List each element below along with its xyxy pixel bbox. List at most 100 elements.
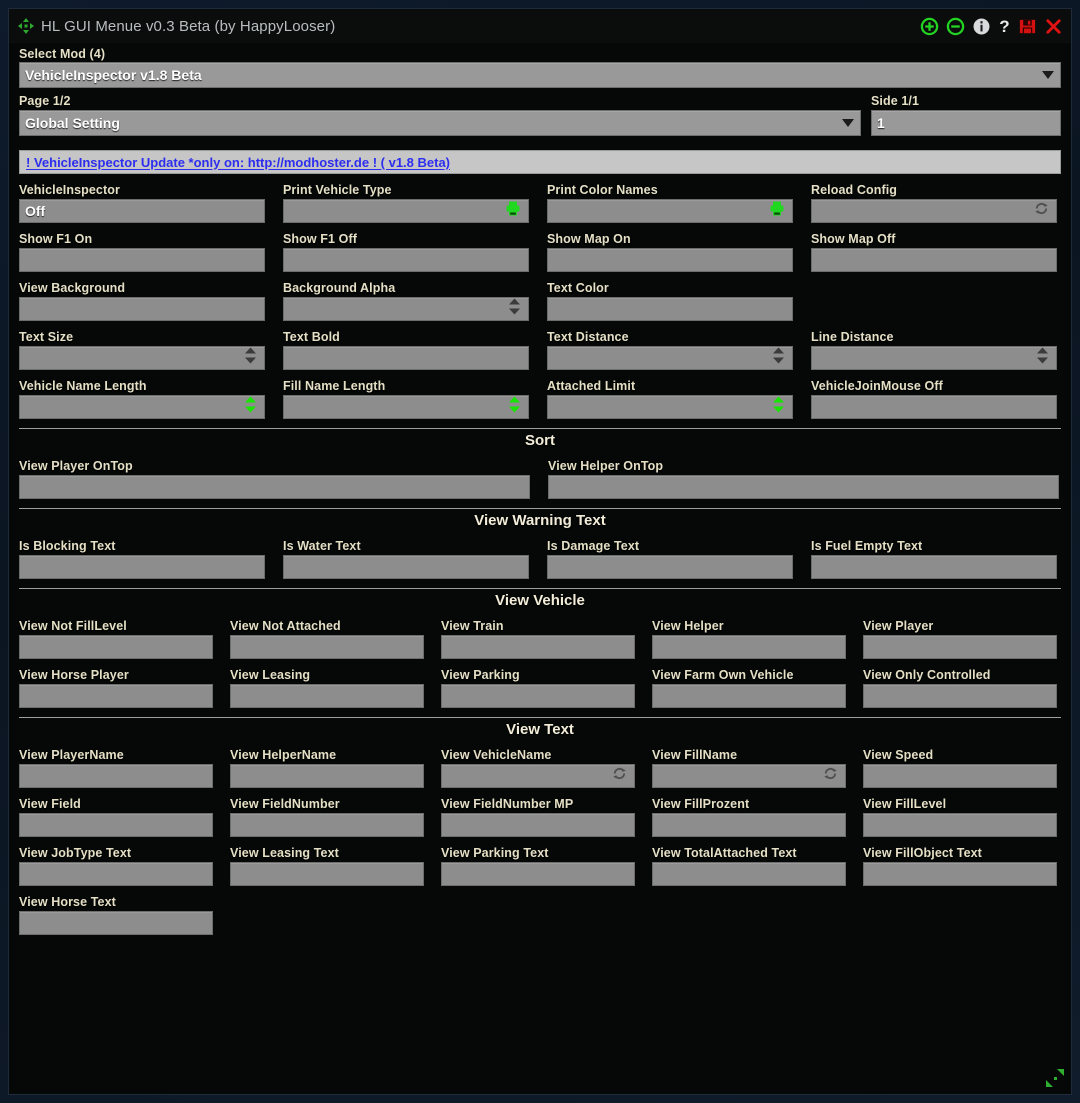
- zoom-in-icon[interactable]: [920, 17, 939, 36]
- setting-field[interactable]: [283, 395, 529, 419]
- setting-field[interactable]: [811, 248, 1057, 272]
- setting-field[interactable]: [19, 764, 213, 788]
- setting-label: View FieldNumber MP: [441, 797, 574, 811]
- chevron-down-icon[interactable]: [842, 119, 854, 127]
- setting-field[interactable]: [652, 635, 846, 659]
- settings-row: View PlayerName View HelperName View Vehic…: [19, 748, 1061, 788]
- setting-field[interactable]: [547, 248, 793, 272]
- setting-indicator[interactable]: [1034, 201, 1049, 221]
- setting-field[interactable]: [283, 555, 529, 579]
- setting-field[interactable]: [19, 346, 265, 370]
- setting-label: View JobType Text: [19, 846, 132, 860]
- select-mod-dropdown[interactable]: VehicleInspector v1.8 Beta: [19, 62, 1061, 88]
- setting-field[interactable]: [547, 199, 793, 223]
- setting-field[interactable]: [441, 862, 635, 886]
- setting-field[interactable]: [283, 297, 529, 321]
- setting-indicator[interactable]: [505, 201, 521, 222]
- setting-field[interactable]: [19, 862, 213, 886]
- setting-field[interactable]: [811, 199, 1057, 223]
- spinner-arrows-icon[interactable]: [244, 347, 257, 369]
- setting-indicator[interactable]: [772, 396, 785, 419]
- setting-indicator[interactable]: [508, 396, 521, 419]
- setting-label: Attached Limit: [547, 379, 636, 393]
- help-icon[interactable]: ?: [998, 17, 1011, 36]
- setting-field[interactable]: [863, 684, 1057, 708]
- move-arrows-icon[interactable]: [17, 17, 35, 35]
- setting-field[interactable]: [230, 684, 424, 708]
- setting-field[interactable]: [441, 684, 635, 708]
- update-notice-text[interactable]: ! VehicleInspector Update *only on: http…: [26, 155, 450, 170]
- setting-field[interactable]: [547, 395, 793, 419]
- select-mod-label: Select Mod (4): [19, 47, 106, 61]
- setting-field[interactable]: [652, 764, 846, 788]
- setting-field[interactable]: [863, 764, 1057, 788]
- setting-indicator[interactable]: [244, 347, 257, 370]
- setting-field[interactable]: [441, 813, 635, 837]
- setting-indicator[interactable]: [612, 766, 627, 786]
- setting-field[interactable]: [652, 813, 846, 837]
- resize-grip-icon[interactable]: [1045, 1068, 1065, 1088]
- refresh-icon[interactable]: [612, 768, 627, 785]
- setting-view-farm-own-vehicle: View Farm Own Vehicle: [652, 668, 846, 708]
- chevron-down-icon[interactable]: [1042, 71, 1054, 79]
- setting-indicator[interactable]: [508, 298, 521, 321]
- setting-indicator[interactable]: [823, 766, 838, 786]
- setting-field[interactable]: [283, 346, 529, 370]
- setting-label: Show Map Off: [811, 232, 896, 246]
- setting-indicator[interactable]: [772, 347, 785, 370]
- setting-field[interactable]: [863, 635, 1057, 659]
- setting-field[interactable]: [19, 635, 213, 659]
- setting-label: Is Damage Text: [547, 539, 640, 553]
- spinner-arrows-icon[interactable]: [508, 298, 521, 320]
- setting-field[interactable]: [19, 555, 265, 579]
- update-notice[interactable]: ! VehicleInspector Update *only on: http…: [19, 150, 1061, 174]
- setting-field[interactable]: [19, 248, 265, 272]
- setting-field[interactable]: [863, 862, 1057, 886]
- save-icon[interactable]: [1018, 17, 1037, 36]
- printer-icon[interactable]: [505, 201, 521, 221]
- setting-field[interactable]: [19, 813, 213, 837]
- setting-indicator[interactable]: [244, 396, 257, 419]
- setting-field[interactable]: [441, 635, 635, 659]
- setting-field[interactable]: [230, 764, 424, 788]
- setting-field[interactable]: [283, 248, 529, 272]
- setting-field[interactable]: [547, 346, 793, 370]
- setting-field[interactable]: [19, 395, 265, 419]
- setting-field[interactable]: [19, 911, 213, 935]
- printer-icon[interactable]: [769, 201, 785, 221]
- spinner-arrows-icon[interactable]: [508, 396, 521, 418]
- setting-field[interactable]: [230, 635, 424, 659]
- refresh-icon[interactable]: [1034, 203, 1049, 220]
- setting-field[interactable]: [548, 475, 1059, 499]
- setting-field[interactable]: [230, 862, 424, 886]
- setting-indicator[interactable]: [769, 201, 785, 222]
- spinner-arrows-icon[interactable]: [772, 396, 785, 418]
- page-dropdown[interactable]: Global Setting: [19, 110, 861, 136]
- setting-field[interactable]: [19, 475, 530, 499]
- window-titlebar[interactable]: HL GUI Menue v0.3 Beta (by HappyLooser): [9, 9, 1071, 43]
- setting-field[interactable]: [811, 395, 1057, 419]
- spinner-arrows-icon[interactable]: [1036, 347, 1049, 369]
- setting-field[interactable]: [811, 346, 1057, 370]
- setting-field[interactable]: [652, 684, 846, 708]
- spinner-arrows-icon[interactable]: [772, 347, 785, 369]
- setting-field[interactable]: [547, 297, 793, 321]
- setting-field[interactable]: [863, 813, 1057, 837]
- setting-label: Reload Config: [811, 183, 898, 197]
- setting-field[interactable]: [547, 555, 793, 579]
- info-icon[interactable]: [972, 17, 991, 36]
- setting-field[interactable]: [811, 555, 1057, 579]
- setting-field[interactable]: [19, 684, 213, 708]
- setting-field[interactable]: Off: [19, 199, 265, 223]
- setting-indicator[interactable]: [1036, 347, 1049, 370]
- setting-field[interactable]: [19, 297, 265, 321]
- close-icon[interactable]: [1044, 17, 1063, 36]
- setting-field[interactable]: [230, 813, 424, 837]
- setting-field[interactable]: [652, 862, 846, 886]
- spinner-arrows-icon[interactable]: [244, 396, 257, 418]
- setting-field[interactable]: [441, 764, 635, 788]
- refresh-icon[interactable]: [823, 768, 838, 785]
- zoom-out-icon[interactable]: [946, 17, 965, 36]
- side-input[interactable]: 1: [871, 110, 1061, 136]
- setting-field[interactable]: [283, 199, 529, 223]
